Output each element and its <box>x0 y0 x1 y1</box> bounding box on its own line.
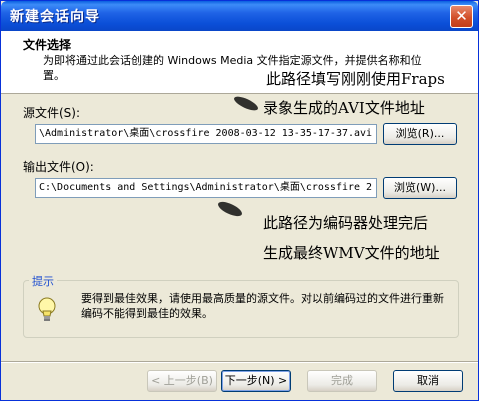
close-icon: ✕ <box>455 7 468 25</box>
annotation-line-4: 生成最终WMV文件的地址 <box>263 244 440 262</box>
source-file-input[interactable]: \Administrator\桌面\crossfire 2008-03-12 1… <box>35 124 377 144</box>
output-file-label: 输出文件(O): <box>23 160 94 174</box>
window-title: 新建会话向导 <box>10 9 100 25</box>
next-button[interactable]: 下一步(N) > <box>221 370 291 392</box>
title-bar[interactable]: 新建会话向导 ✕ <box>1 1 478 31</box>
annotation-line-2: 录象生成的AVI文件地址 <box>263 99 425 117</box>
tips-text: 要得到最佳效果，请使用最高质量的源文件。对以前编码过的文件进行重新编码不能得到最… <box>81 292 444 320</box>
wizard-window: 新建会话向导 ✕ 文件选择 为即将通过此会话创建的 Windows Media … <box>0 0 479 401</box>
page-title: 文件选择 <box>23 38 72 52</box>
cancel-button[interactable]: 取消 <box>393 370 463 392</box>
source-browse-button[interactable]: 浏览(R)... <box>383 123 457 145</box>
back-button[interactable]: < 上一步(B) <box>147 370 217 392</box>
tips-title: 提示 <box>29 273 57 289</box>
output-browse-button[interactable]: 浏览(W)... <box>383 177 457 199</box>
finish-button[interactable]: 完成 <box>307 370 377 392</box>
source-file-label: 源文件(S): <box>23 106 81 120</box>
lightbulb-icon <box>38 297 56 321</box>
marker-scribble-2 <box>216 198 244 220</box>
marker-scribble-1 <box>232 93 260 114</box>
footer-divider <box>1 361 478 363</box>
close-button[interactable]: ✕ <box>450 5 473 28</box>
output-file-input[interactable]: C:\Documents and Settings\Administrator\… <box>35 178 377 198</box>
annotation-line-3: 此路径为编码器处理完后 <box>263 214 429 232</box>
annotation-line-1: 此路径填写刚刚使用Fraps <box>266 70 445 88</box>
